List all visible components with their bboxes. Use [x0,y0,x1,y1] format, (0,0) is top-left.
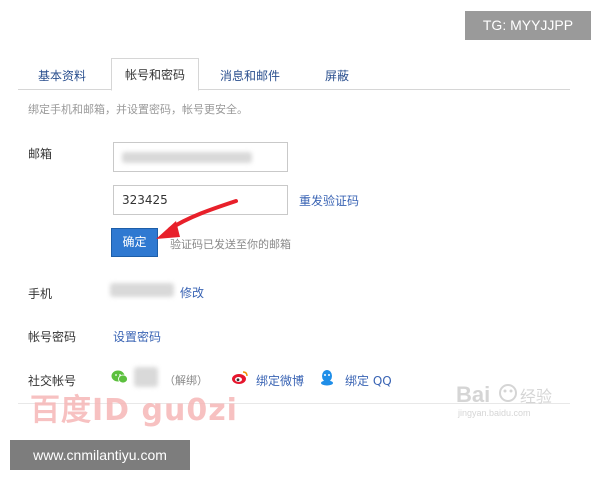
edit-phone-link[interactable]: 修改 [180,284,204,301]
baidu-jingyan-watermark: Bai 经验 jingyan.baidu.com [456,382,552,418]
baidu-id-watermark: 百度ID gu0zi [30,393,238,428]
phone-label: 手机 [28,287,53,301]
tg-handle-badge: TG: MYYJJPP [465,11,591,40]
tab-messages-email[interactable]: 消息和邮件 [207,62,293,90]
email-label: 邮箱 [28,147,53,161]
bind-qq-link[interactable]: 绑定 QQ [345,372,392,389]
tab-account-password[interactable]: 帐号和密码 [111,58,199,91]
email-field[interactable] [113,142,288,172]
password-label: 帐号密码 [28,330,77,344]
resend-code-link[interactable]: 重发验证码 [299,192,359,209]
set-password-link[interactable]: 设置密码 [113,328,161,345]
tab-basic-info[interactable]: 基本资料 [22,62,102,90]
security-hint: 绑定手机和邮箱，并设置密码，帐号更安全。 [28,103,248,116]
settings-tabs: 基本资料 帐号和密码 消息和邮件 屏蔽 [18,58,570,91]
wechat-blurred-avatar [134,367,158,387]
phone-blurred-value [110,283,174,297]
red-arrow-annotation [156,199,238,239]
baidu-brand-url-text: jingyan.baidu.com [457,408,531,418]
baidu-brand-text: Bai [456,382,490,407]
weibo-icon [232,371,248,384]
tab-block[interactable]: 屏蔽 [303,62,371,90]
wechat-icon [111,370,128,384]
baidu-brand-sub-text: 经验 [520,387,552,406]
site-url-badge: www.cnmilantiyu.com [10,440,190,470]
qq-icon [321,370,333,386]
bind-weibo-link[interactable]: 绑定微博 [256,372,304,389]
email-blurred-value [122,152,252,163]
